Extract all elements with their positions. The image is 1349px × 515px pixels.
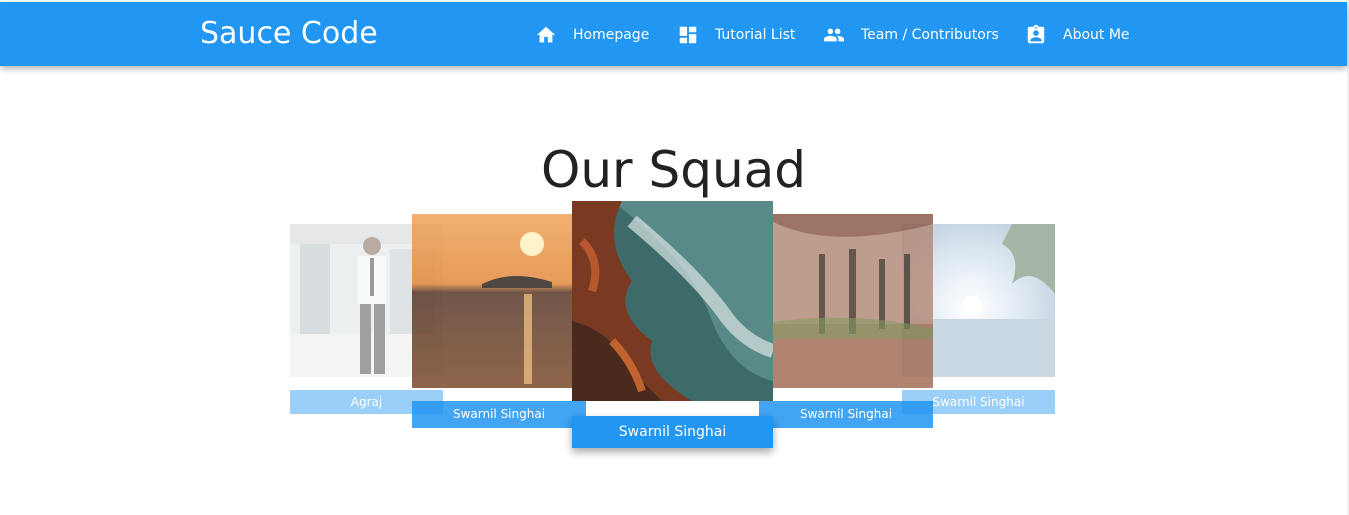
dashboard-icon — [677, 24, 699, 46]
page-title: Our Squad — [540, 140, 807, 199]
nav-item-label: About Me — [1063, 27, 1130, 43]
team-member-name: Swarnil Singhai — [759, 401, 933, 428]
nav-item-tutorial-list[interactable]: Tutorial List — [677, 23, 795, 47]
nav-item-team-contributors[interactable]: Team / Contributors — [823, 23, 999, 47]
sunset-lake-photo — [412, 214, 586, 388]
brand-logo-link[interactable]: Sauce Code — [200, 16, 378, 52]
nav-item-label: Tutorial List — [715, 27, 796, 43]
team-card[interactable]: Swarnil Singhai — [412, 214, 586, 428]
autumn-trees-photo — [759, 214, 933, 388]
rocky-coast-photo — [572, 201, 773, 401]
assignment-ind-icon — [1025, 24, 1047, 46]
nav-item-label: Homepage — [573, 27, 650, 43]
nav-item-about-me[interactable]: About Me — [1025, 23, 1130, 47]
top-navbar: Sauce Code Homepage Tutorial List Team /… — [0, 2, 1347, 66]
nav-item-label: Team / Contributors — [861, 27, 999, 43]
team-member-name: Swarnil Singhai — [412, 401, 586, 428]
home-icon — [535, 24, 557, 46]
people-icon — [823, 24, 845, 46]
team-card-active[interactable]: Swarnil Singhai — [572, 201, 773, 448]
team-member-name: Swarnil Singhai — [572, 416, 773, 448]
team-card[interactable]: Swarnil Singhai — [759, 214, 933, 428]
nav-item-homepage[interactable]: Homepage — [535, 23, 649, 47]
